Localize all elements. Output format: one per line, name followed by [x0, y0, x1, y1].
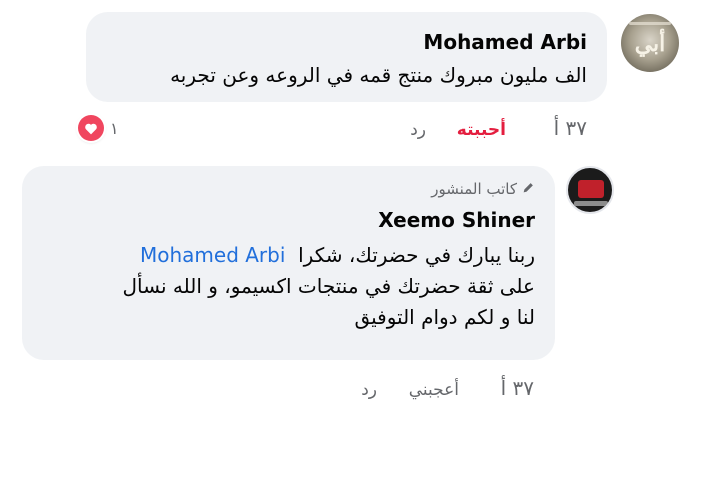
reply-like-button[interactable]: أعجبني — [409, 380, 459, 400]
avatar-glyph: أبي — [634, 31, 666, 57]
comment-author[interactable]: Mohamed Arbi — [423, 30, 587, 54]
avatar-logo-block — [578, 180, 604, 198]
reply-button[interactable]: رد — [410, 120, 426, 140]
reply-bubble: كاتب المنشور Xeemo Shiner ربنا يبارك في … — [22, 166, 555, 360]
reply-author[interactable]: Xeemo Shiner — [378, 208, 535, 232]
pencil-icon — [522, 180, 535, 198]
reply-text-line2: على ثقة حضرتك في منتجات اكسيمو، و الله ن… — [122, 274, 536, 298]
reply-text: ربنا يبارك في حضرتك، شكرا — [298, 243, 535, 267]
avatar-logo-strip — [574, 201, 608, 206]
reply-text-line1: ربنا يبارك في حضرتك، شكرا Mohamed Arbi — [140, 240, 535, 271]
author-avatar[interactable] — [566, 166, 614, 214]
comment-time[interactable]: ٣٧ أ — [554, 116, 587, 140]
reply-reply-button[interactable]: رد — [361, 380, 377, 400]
comment-text: الف مليون مبروك منتج قمه في الروعه وعن ت… — [170, 63, 587, 87]
commenter-avatar[interactable]: أبي — [621, 14, 679, 72]
avatar-decoration — [629, 22, 671, 25]
mention-link[interactable]: Mohamed Arbi — [140, 243, 285, 267]
like-button[interactable]: أحببته — [457, 120, 506, 140]
reaction-count: ١ — [110, 118, 119, 138]
reply-time[interactable]: ٣٧ أ — [501, 376, 534, 400]
reaction-summary[interactable]: ١ — [78, 115, 119, 141]
comment-bubble: Mohamed Arbi الف مليون مبروك منتج قمه في… — [86, 12, 607, 102]
author-badge-label: كاتب المنشور — [431, 180, 517, 198]
heart-icon — [78, 115, 104, 141]
reply-text-line3: لنا و لكم دوام التوفيق — [354, 305, 535, 329]
author-badge: كاتب المنشور — [431, 180, 535, 198]
